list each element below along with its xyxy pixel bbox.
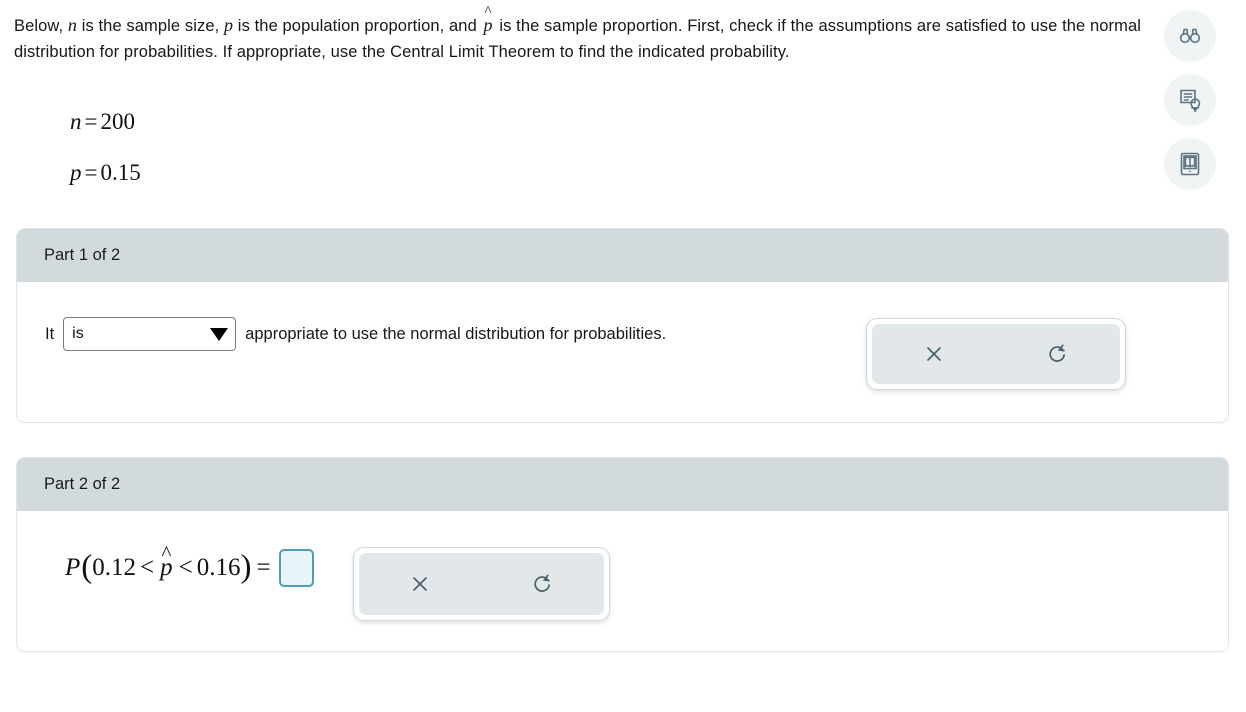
close-paren: ) (240, 548, 252, 585)
given-values: n = 200 p = 0.15 (70, 110, 141, 212)
chevron-down-icon (210, 327, 229, 341)
relation-less-than-2: < (178, 554, 193, 581)
is-appropriate-dropdown[interactable]: is (63, 317, 237, 351)
part-1-button-group-inner (872, 324, 1120, 384)
upper-bound: 0.16 (196, 554, 241, 581)
part-2-body: P ( 0.12 < ^ p < 0.16 ) = (17, 511, 1228, 651)
hat-accent-icon: ^ (161, 541, 172, 565)
dropdown-selected-value: is (72, 325, 84, 342)
intro-text-2: is the sample size, (77, 17, 225, 35)
part-1-header: Part 1 of 2 (17, 229, 1228, 282)
hint-document-icon (1177, 87, 1204, 114)
part-1-undo-button[interactable] (996, 324, 1120, 384)
part-1-answer-row: It is appropriate to use the normal dist… (45, 317, 666, 351)
part-1-button-group (866, 318, 1126, 390)
textbook-tool-button[interactable] (1164, 138, 1216, 190)
probability-expression: P ( 0.12 < ^ p < 0.16 ) = (65, 541, 314, 587)
part-2-undo-button[interactable] (482, 553, 605, 615)
lower-bound: 0.12 (92, 554, 137, 581)
hat-accent-icon: ^ (484, 4, 492, 20)
probability-answer-input[interactable] (278, 549, 314, 587)
part-1-lead-text: It (45, 324, 55, 343)
given-n-value: 200 (100, 109, 135, 134)
part-2-button-group (353, 547, 610, 621)
open-paren: ( (81, 548, 93, 585)
intro-text-3: is the population proportion, and (233, 17, 482, 35)
intro-text-1: Below, (14, 17, 68, 35)
given-n-symbol: n (70, 109, 82, 134)
problem-statement: Below, n is the sample size, p is the po… (14, 5, 1224, 65)
given-n: n = 200 (70, 110, 141, 133)
part-2-header: Part 2 of 2 (17, 458, 1228, 511)
given-p-symbol: p (70, 160, 82, 185)
part-1-clear-button[interactable] (872, 324, 996, 384)
equals-sign: = (256, 554, 271, 581)
undo-icon (531, 572, 555, 596)
variable-p: p (224, 15, 234, 35)
part-2-button-group-inner (359, 553, 604, 615)
binoculars-icon (1177, 23, 1203, 49)
part-2-card: Part 2 of 2 P ( 0.12 < ^ p < 0.16 ) = (16, 457, 1229, 652)
given-p-value: 0.15 (100, 160, 141, 185)
given-p: p = 0.15 (70, 161, 141, 184)
probability-function-symbol: P (65, 554, 81, 581)
part-2-clear-button[interactable] (359, 553, 482, 615)
x-icon (408, 572, 432, 596)
statistic-p-hat: ^ p (158, 541, 175, 582)
binoculars-tool-button[interactable] (1164, 10, 1216, 62)
tool-rail (1164, 10, 1216, 190)
given-p-equals: = (84, 160, 98, 185)
x-icon (922, 342, 946, 366)
relation-less-than-1: < (140, 554, 155, 581)
textbook-icon (1177, 151, 1203, 177)
given-n-equals: = (84, 109, 98, 134)
variable-n: n (67, 15, 78, 35)
undo-icon (1046, 342, 1070, 366)
hint-tool-button[interactable] (1164, 74, 1216, 126)
variable-p-hat: ^ p (482, 5, 495, 35)
part-1-tail-text: appropriate to use the normal distributi… (245, 324, 667, 343)
